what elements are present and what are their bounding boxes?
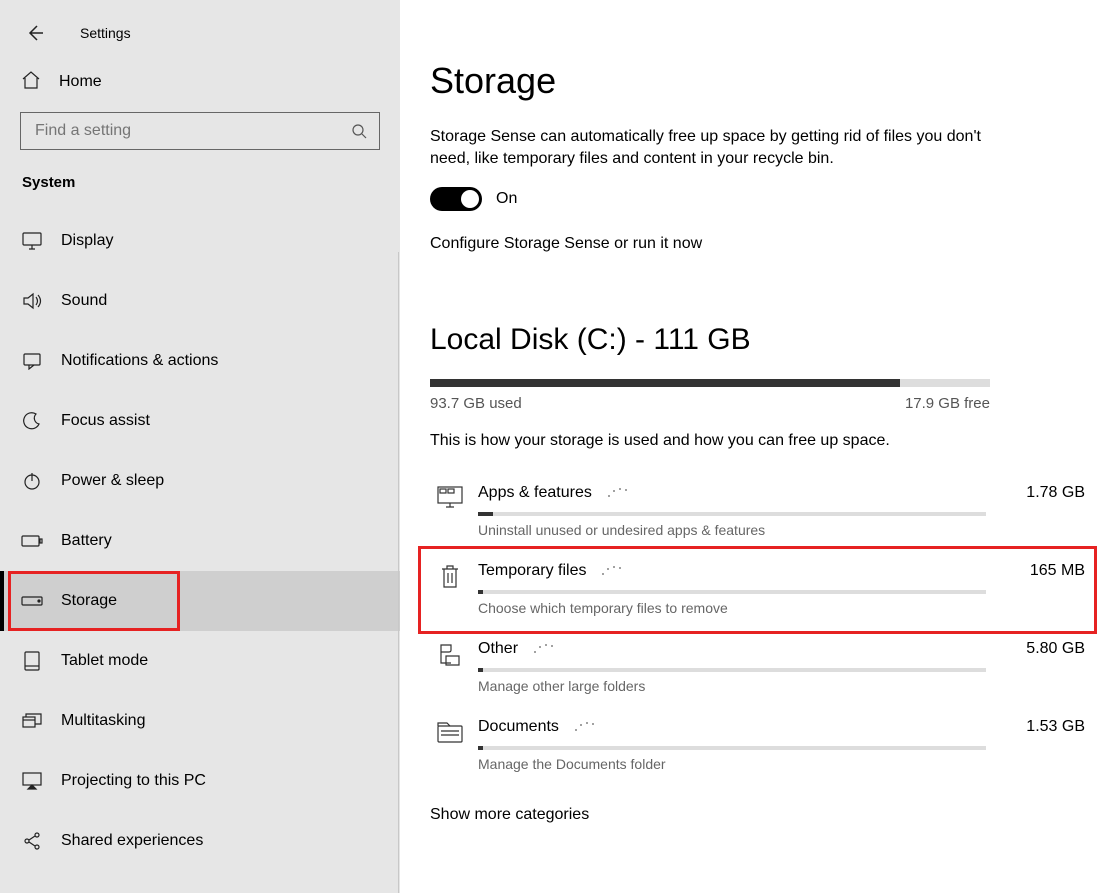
share-icon (21, 831, 43, 851)
home-label: Home (59, 73, 102, 91)
category-name: Apps & features (478, 484, 592, 502)
nav-label: Display (61, 232, 113, 250)
documents-icon (430, 718, 470, 744)
nav-label: Sound (61, 292, 107, 310)
back-button[interactable] (20, 18, 50, 48)
moon-icon (21, 411, 43, 431)
category-size: 1.78 GB (1026, 484, 1085, 502)
storage-sense-description: Storage Sense can automatically free up … (430, 126, 990, 171)
category-name: Other (478, 640, 518, 658)
app-title: Settings (80, 25, 131, 41)
nav-label: Focus assist (61, 412, 150, 430)
category-subtext: Uninstall unused or undesired apps & fea… (478, 522, 1085, 538)
home-icon (21, 70, 41, 94)
category-bar (478, 590, 986, 594)
sidebar-item-tablet-mode[interactable]: Tablet mode (0, 631, 400, 691)
arrow-left-icon (25, 23, 45, 43)
display-icon (21, 232, 43, 250)
sidebar-item-home[interactable]: Home (0, 58, 400, 106)
disk-usage-fill (430, 379, 900, 387)
sidebar-item-multitasking[interactable]: Multitasking (0, 691, 400, 751)
category-name: Documents (478, 718, 559, 736)
category-other[interactable]: Other 5.80 GB Manage other large folders (430, 630, 1085, 708)
search-wrapper (20, 112, 380, 150)
category-list: Apps & features 1.78 GB Uninstall unused… (430, 474, 1085, 786)
sidebar-item-shared-experiences[interactable]: Shared experiences (0, 811, 400, 871)
sidebar-item-notifications[interactable]: Notifications & actions (0, 331, 400, 391)
used-label: 93.7 GB used (430, 395, 522, 412)
configure-storage-sense-link[interactable]: Configure Storage Sense or run it now (430, 235, 1085, 253)
category-size: 5.80 GB (1026, 640, 1085, 658)
nav-label: Battery (61, 532, 112, 550)
search-box[interactable] (20, 112, 380, 150)
multitasking-icon (21, 713, 43, 729)
main-content: Storage Storage Sense can automatically … (400, 0, 1117, 893)
sidebar: Settings Home System Display Sound Notif… (0, 0, 400, 893)
category-subtext: Choose which temporary files to remove (478, 600, 1085, 616)
loading-spinner-icon (573, 721, 597, 733)
folder-icon (430, 640, 470, 666)
storage-icon (21, 596, 43, 606)
projecting-icon (21, 772, 43, 790)
nav-list: Display Sound Notifications & actions Fo… (0, 211, 400, 871)
sidebar-item-focus-assist[interactable]: Focus assist (0, 391, 400, 451)
storage-sense-toggle[interactable] (430, 187, 482, 211)
nav-label: Projecting to this PC (61, 772, 206, 790)
disk-heading: Local Disk (C:) - 111 GB (430, 323, 1085, 357)
sidebar-item-sound[interactable]: Sound (0, 271, 400, 331)
sidebar-item-storage[interactable]: Storage (0, 571, 400, 631)
category-subtext: Manage other large folders (478, 678, 1085, 694)
category-size: 1.53 GB (1026, 718, 1085, 736)
section-label-system: System (0, 164, 400, 201)
power-icon (21, 471, 43, 491)
tablet-icon (21, 651, 43, 671)
category-documents[interactable]: Documents 1.53 GB Manage the Documents f… (430, 708, 1085, 786)
sidebar-item-projecting[interactable]: Projecting to this PC (0, 751, 400, 811)
nav-label: Tablet mode (61, 652, 148, 670)
disk-usage-bar (430, 379, 990, 387)
category-bar (478, 746, 986, 750)
sidebar-scrollbar-track[interactable] (398, 252, 399, 893)
storage-usage-description: This is how your storage is used and how… (430, 432, 1085, 450)
sidebar-item-display[interactable]: Display (0, 211, 400, 271)
category-size: 165 MB (1030, 562, 1085, 580)
battery-icon (21, 534, 43, 548)
sidebar-header: Settings (0, 6, 400, 58)
search-icon (351, 123, 367, 139)
storage-sense-toggle-row: On (430, 187, 1085, 211)
search-input[interactable] (33, 121, 343, 141)
notifications-icon (21, 352, 43, 370)
loading-spinner-icon (606, 487, 630, 499)
nav-label: Notifications & actions (61, 352, 218, 370)
sidebar-item-battery[interactable]: Battery (0, 511, 400, 571)
nav-label: Multitasking (61, 712, 145, 730)
apps-icon (430, 484, 470, 508)
sidebar-item-power-sleep[interactable]: Power & sleep (0, 451, 400, 511)
category-bar (478, 512, 986, 516)
category-temporary-files[interactable]: Temporary files 165 MB Choose which temp… (430, 552, 1085, 630)
trash-icon (430, 562, 470, 590)
loading-spinner-icon (600, 565, 624, 577)
nav-label: Power & sleep (61, 472, 164, 490)
sound-icon (21, 292, 43, 310)
nav-label: Storage (61, 592, 117, 610)
loading-spinner-icon (532, 643, 556, 655)
show-more-categories-link[interactable]: Show more categories (430, 806, 1085, 824)
nav-label: Shared experiences (61, 832, 203, 850)
category-name: Temporary files (478, 562, 586, 580)
toggle-knob (461, 190, 479, 208)
category-apps-features[interactable]: Apps & features 1.78 GB Uninstall unused… (430, 474, 1085, 552)
toggle-state-label: On (496, 190, 517, 208)
page-title: Storage (430, 60, 1085, 102)
free-label: 17.9 GB free (905, 395, 990, 412)
category-bar (478, 668, 986, 672)
category-subtext: Manage the Documents folder (478, 756, 1085, 772)
disk-usage-labels: 93.7 GB used 17.9 GB free (430, 395, 990, 412)
